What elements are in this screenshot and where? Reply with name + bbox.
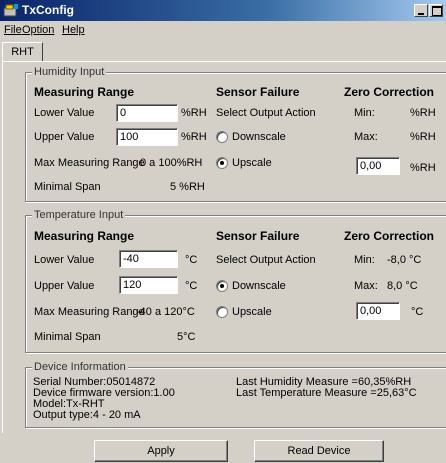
humidity-min-label: Min:: [354, 107, 375, 119]
humidity-lower-input[interactable]: [116, 104, 178, 122]
tab-strip: RHT: [0, 40, 446, 62]
temperature-zero-input[interactable]: [356, 302, 400, 320]
minimize-button[interactable]: [414, 4, 428, 17]
humidity-lower-label: Lower Value: [34, 107, 95, 119]
humidity-upper-unit: %RH: [181, 131, 207, 143]
temperature-upper-label: Upper Value: [34, 280, 95, 292]
temperature-upscale-radio[interactable]: [216, 306, 228, 318]
temperature-downscale-radio[interactable]: [216, 280, 228, 292]
humidity-min-span-value: 5 %RH: [170, 181, 205, 193]
read-device-button-label: Read Device: [287, 445, 351, 457]
temperature-sensor-failure-title: Sensor Failure: [216, 229, 300, 243]
humidity-lower-unit: %RH: [181, 107, 207, 119]
humidity-min-span-label: Minimal Span: [34, 181, 101, 193]
temperature-measuring-range-title: Measuring Range: [34, 229, 135, 243]
humidity-upper-label: Upper Value: [34, 131, 95, 143]
apply-button[interactable]: Apply: [94, 440, 228, 462]
humidity-upscale-label: Upscale: [232, 157, 272, 169]
output-type: Output type:4 - 20 mA: [33, 409, 141, 421]
humidity-upper-input[interactable]: [116, 128, 178, 146]
temperature-max-range-label: Max Measuring Range: [34, 306, 145, 318]
menu-file[interactable]: File: [4, 24, 22, 36]
humidity-zero-input[interactable]: [356, 157, 400, 175]
maximize-button[interactable]: [429, 4, 443, 17]
menu-option-label: Option: [22, 24, 55, 36]
menu-bar: File Option Help: [0, 21, 446, 39]
humidity-max-range-value: 0 a 100%RH: [140, 157, 203, 169]
temperature-lower-label: Lower Value: [34, 254, 95, 266]
humidity-upscale-radio[interactable]: [216, 157, 228, 169]
temperature-zero-correction-title: Zero Correction: [344, 229, 435, 243]
temperature-max-value: 8,0 °C: [387, 280, 418, 292]
humidity-measuring-range-title: Measuring Range: [34, 85, 135, 99]
temperature-select-output-label: Select Output Action: [216, 254, 316, 266]
humidity-select-output-label: Select Output Action: [216, 107, 316, 119]
txconfig-window: TxConfig File Option Help RHT Humidity I…: [0, 0, 446, 463]
temperature-min-value: -8,0 °C: [387, 254, 422, 266]
app-icon: [3, 4, 18, 17]
title-bar[interactable]: TxConfig: [0, 0, 446, 21]
temperature-group-title: Temperature Input: [32, 209, 126, 221]
temperature-lower-input[interactable]: [119, 250, 178, 268]
humidity-group-title: Humidity Input: [32, 66, 107, 78]
temperature-max-label: Max:: [354, 280, 378, 292]
humidity-downscale-radio[interactable]: [216, 131, 228, 143]
temperature-lower-unit: °C: [185, 254, 198, 266]
temperature-upper-input[interactable]: [119, 276, 178, 294]
tab-rht[interactable]: RHT: [2, 42, 43, 62]
last-temperature-measure: Last Temperature Measure =25,63°C: [236, 387, 417, 399]
humidity-downscale-label: Downscale: [232, 131, 286, 143]
temperature-zero-unit: °C: [411, 306, 424, 318]
temperature-min-span-label: Minimal Span: [34, 331, 101, 343]
humidity-max-label: Max:: [354, 131, 378, 143]
menu-help[interactable]: Help: [62, 24, 85, 36]
humidity-max-value: %RH: [410, 131, 436, 143]
humidity-sensor-failure-title: Sensor Failure: [216, 85, 300, 99]
temperature-upscale-label: Upscale: [232, 306, 272, 318]
read-device-button[interactable]: Read Device: [254, 440, 384, 462]
menu-option[interactable]: Option: [22, 24, 54, 36]
menu-help-label: Help: [62, 24, 85, 36]
temperature-max-range-value: -40 a 120°C: [136, 306, 195, 318]
temperature-min-span-value: 5°C: [177, 331, 196, 343]
window-title: TxConfig: [22, 3, 74, 17]
temperature-min-label: Min:: [354, 254, 375, 266]
humidity-max-range-label: Max Measuring Range: [34, 157, 145, 169]
menu-file-label: File: [4, 24, 22, 36]
humidity-zero-correction-title: Zero Correction: [344, 85, 435, 99]
humidity-zero-unit: %RH: [410, 162, 436, 174]
device-group-title: Device Information: [32, 361, 128, 373]
temperature-downscale-label: Downscale: [232, 280, 286, 292]
temperature-upper-unit: °C: [185, 280, 198, 292]
apply-button-label: Apply: [147, 445, 175, 457]
humidity-min-value: %RH: [410, 107, 436, 119]
